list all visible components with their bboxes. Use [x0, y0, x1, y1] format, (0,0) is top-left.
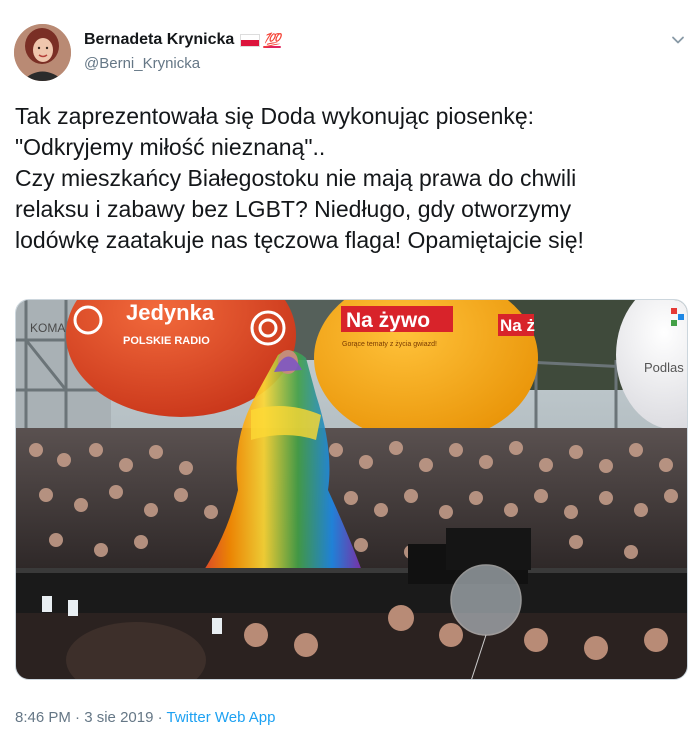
balloon-center-title: Na żywo	[346, 309, 430, 332]
avatar-image	[14, 24, 71, 81]
avatar[interactable]	[14, 24, 71, 81]
meta-separator: ·	[70, 709, 85, 726]
tweet-line: lodówkę zaatakuje nas tęczowa flaga! Opa…	[15, 227, 584, 253]
stage	[16, 568, 687, 613]
tweet-line: Tak zaprezentowała się Doda wykonując pi…	[15, 103, 535, 129]
author-display-name[interactable]: Bernadeta Krynicka	[84, 31, 234, 49]
tweet-date[interactable]: 3 sie 2019	[84, 709, 153, 726]
balloon-center-subtitle: Gorące tematy z życia gwiazd!	[342, 341, 437, 348]
tweet-line: "Odkryjemy miłość nieznaną"..	[15, 134, 326, 160]
balloon-right-text: Podlas	[644, 360, 684, 375]
chevron-down-icon[interactable]	[671, 33, 685, 47]
tweet-text: Tak zaprezentowała się Doda wykonując pi…	[15, 101, 690, 256]
tweet-photo[interactable]: KOMA Jedynka POLSKIE RADIO Na żywo Gorąc…	[15, 299, 688, 680]
concert-photo: KOMA Jedynka POLSKIE RADIO Na żywo Gorąc…	[16, 300, 687, 679]
meta-separator: ·	[153, 709, 167, 726]
clear-balloon	[450, 564, 522, 636]
scaffold-label: KOMA	[30, 321, 65, 335]
balloon-center-partial: Na ż	[500, 316, 535, 335]
tweet-line: relaksu i zabawy bez LGBT? Niedługo, gdy…	[15, 196, 572, 222]
author-handle[interactable]: @Berni_Krynicka	[84, 55, 200, 72]
tweet-line: Czy mieszkańcy Białegostoku nie mają pra…	[15, 165, 577, 191]
balloon-left-title: Jedynka	[126, 300, 215, 325]
hundred-points-badge: 💯	[263, 31, 281, 48]
tweet-time[interactable]: 8:46 PM	[15, 709, 71, 726]
tweet-source-link[interactable]: Twitter Web App	[167, 709, 276, 726]
balloon-left-subtitle: POLSKIE RADIO	[123, 335, 210, 347]
author-name-row[interactable]: Bernadeta Krynicka 💯	[84, 31, 281, 49]
tweet-meta: 8:46 PM · 3 sie 2019 · Twitter Web App	[15, 709, 275, 726]
poland-flag-icon	[240, 33, 261, 47]
